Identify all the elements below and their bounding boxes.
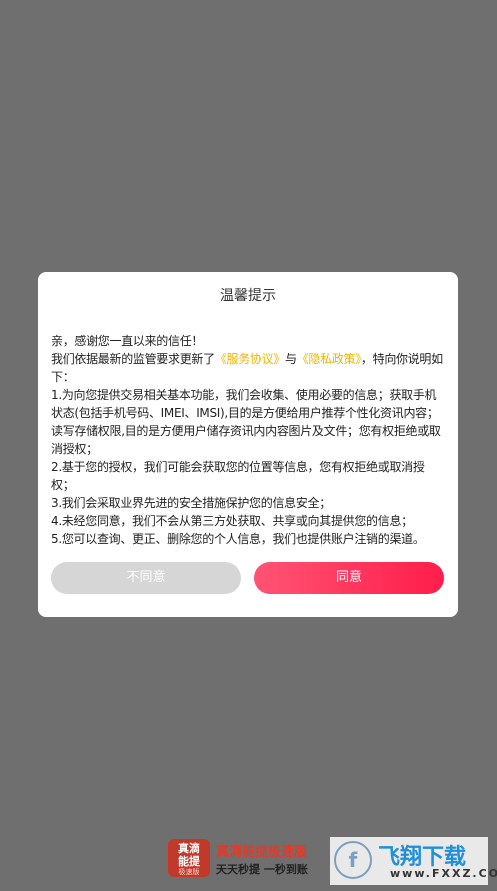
list-item: 2.基于您的授权，我们可能会获取您的位置等信息，您有权拒绝或取消授权； xyxy=(51,460,425,492)
app-logo: 真滴 能提 极速版 xyxy=(168,839,210,877)
watermark-url: www.FXXZ.COM xyxy=(390,867,497,880)
list-item: 5.您可以查询、更正、删除您的个人信息，我们也提供账户注销的渠道。 xyxy=(51,532,425,546)
logo-line2: 能提 xyxy=(178,855,200,868)
watermark: f 飞翔下载 www.FXXZ.COM xyxy=(330,837,497,885)
app-slogan: 天天秒提 一秒到账 xyxy=(216,863,308,876)
privacy-dialog: 温馨提示 亲，感谢您一直以来的信任！ 我们依据最新的监管要求更新了《服务协议》与… xyxy=(38,272,458,617)
intro-prefix: 我们依据最新的监管要求更新了 xyxy=(51,352,215,366)
disagree-button[interactable]: 不同意 xyxy=(51,562,241,594)
logo-small: 极速版 xyxy=(178,868,200,876)
service-agreement-link[interactable]: 《服务协议》 xyxy=(215,352,286,366)
watermark-logo-icon: f xyxy=(334,841,372,879)
agree-button[interactable]: 同意 xyxy=(254,562,444,594)
app-name: 真滴能提极速版 xyxy=(216,845,308,860)
list-item: 1.为向您提供交易相关基本功能，我们会收集、使用必要的信息；获取手机状态(包括手… xyxy=(51,388,441,456)
dialog-title: 温馨提示 xyxy=(220,288,276,304)
list-item: 4.未经您同意，我们不会从第三方处获取、共享或向其提供您的信息； xyxy=(51,514,413,528)
list-item: 3.我们会采取业界先进的安全措施保护您的信息安全； xyxy=(51,496,331,510)
intro-and: 与 xyxy=(285,352,297,366)
intro-text: 我们依据最新的监管要求更新了《服务协议》与《隐私政策》，特向你说明如下： xyxy=(51,350,445,386)
logo-line1: 真滴 xyxy=(178,842,200,855)
greeting-text: 亲，感谢您一直以来的信任！ xyxy=(51,334,204,348)
privacy-policy-link[interactable]: 《隐私政策》 xyxy=(297,352,362,366)
footer-banner: 真滴 能提 极速版 真滴能提极速版 天天秒提 一秒到账 f 飞翔下载 www.F… xyxy=(0,829,497,891)
dialog-body: 亲，感谢您一直以来的信任！ 我们依据最新的监管要求更新了《服务协议》与《隐私政策… xyxy=(51,332,445,548)
